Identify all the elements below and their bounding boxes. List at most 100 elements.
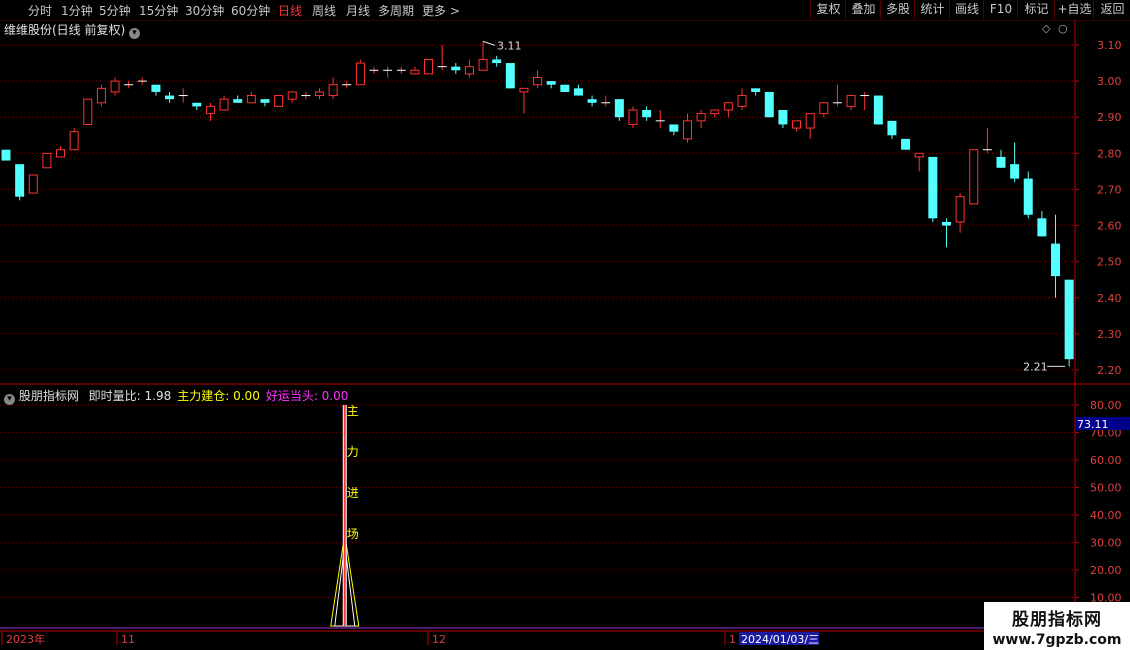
candlestick	[587, 95, 597, 107]
candle-body	[546, 81, 556, 85]
price-tick-label: 2.70	[1097, 183, 1122, 196]
candlestick	[274, 95, 284, 107]
candle-body	[969, 149, 979, 205]
candle-body	[805, 113, 815, 129]
candlestick	[533, 70, 543, 89]
candle-body	[205, 105, 215, 115]
candle-body	[792, 120, 802, 129]
candlestick	[573, 84, 583, 96]
candle-body	[628, 109, 638, 125]
candle-body	[819, 102, 829, 115]
candle-body	[1051, 243, 1061, 277]
candlestick	[914, 152, 924, 172]
candlestick	[383, 66, 393, 78]
stock-title: 维维股份(日线 前复权)	[4, 23, 126, 37]
timeline-label: 2023年	[6, 632, 45, 646]
price-tick-label: 2.90	[1097, 111, 1122, 124]
candlestick	[342, 81, 352, 89]
indicator-value: 好运当头: 0.00	[265, 389, 349, 403]
candle-body	[751, 88, 761, 92]
candlestick	[410, 66, 420, 75]
candle-body	[587, 99, 597, 103]
candle-body	[492, 59, 502, 64]
candlestick	[178, 88, 188, 103]
candle-body	[505, 63, 515, 89]
candle-body	[914, 152, 924, 158]
candlestick	[683, 113, 692, 143]
candlestick	[737, 88, 747, 110]
candlestick	[901, 138, 911, 150]
candle-body	[723, 102, 733, 111]
cursor-date-label: 2024/01/03/三	[741, 633, 819, 646]
candle-body	[287, 91, 297, 100]
price-tick-label: 2.80	[1097, 147, 1122, 160]
candlestick	[846, 95, 856, 110]
price-tick-label: 3.00	[1097, 75, 1122, 88]
candle-body	[1064, 279, 1074, 360]
candle-body	[1023, 178, 1033, 215]
candle-body	[519, 87, 529, 93]
timeline-bar	[0, 630, 985, 650]
signal-marker-char: 主	[347, 404, 359, 418]
indicator-tick-label: 60.00	[1090, 454, 1122, 467]
candlestick	[369, 66, 379, 74]
candle-body	[710, 109, 720, 115]
candlestick	[710, 109, 720, 118]
candle-body	[928, 156, 938, 219]
candlestick	[355, 59, 365, 86]
price-tick-label: 3.10	[1097, 39, 1122, 52]
candlestick	[314, 88, 324, 100]
candle-body	[192, 102, 202, 107]
candle-body	[424, 58, 434, 75]
indicator-tick-label: 30.00	[1090, 537, 1122, 550]
candle-body	[941, 221, 951, 226]
candlestick	[792, 120, 802, 132]
diamond-icon[interactable]: ◇	[1042, 22, 1050, 35]
candlestick	[819, 102, 829, 118]
indicator-tick-label: 50.00	[1090, 482, 1122, 495]
candle-body	[56, 149, 66, 158]
candle-body	[355, 62, 365, 86]
candlestick	[887, 120, 897, 139]
candlestick	[505, 63, 515, 89]
candlestick	[260, 99, 270, 107]
candlestick	[655, 110, 665, 129]
candle-body	[151, 84, 161, 92]
indicator-name: 股朋指标网	[18, 389, 79, 403]
candle-body	[451, 66, 461, 71]
indicator-tick-label: 40.00	[1090, 509, 1122, 522]
timeline-label: 11	[121, 633, 135, 646]
signal-marker-char: 场	[347, 527, 359, 541]
candlestick	[696, 110, 706, 129]
candlestick	[15, 164, 25, 201]
candle-body	[28, 174, 38, 194]
chevron-down-icon[interactable]: ▾	[129, 28, 141, 39]
candlestick	[28, 174, 38, 194]
current-value-label: 73.11	[1077, 418, 1109, 431]
candlestick	[287, 91, 297, 103]
chevron-down-icon[interactable]: ▾	[4, 394, 15, 405]
candlestick	[560, 84, 570, 92]
candle-body	[901, 138, 911, 150]
candle-body	[478, 58, 488, 71]
candlestick	[233, 95, 243, 103]
candlestick	[96, 84, 106, 107]
candle-body	[669, 124, 679, 132]
candle-body	[96, 87, 106, 104]
candle-body	[274, 95, 284, 107]
candlestick	[301, 91, 311, 100]
candlestick	[1010, 142, 1020, 183]
candlestick	[982, 128, 992, 154]
candlestick	[424, 58, 434, 75]
candlestick	[165, 91, 175, 103]
candlestick	[628, 106, 638, 129]
indicator-header: ▾ 股朋指标网 即时量比: 1.98 主力建仓: 0.00 好运当头: 0.00	[4, 387, 348, 405]
circle-icon[interactable]: ○	[1058, 22, 1068, 35]
candle-body	[328, 84, 338, 97]
candle-body	[573, 88, 583, 96]
candlestick	[492, 55, 502, 67]
candle-body	[110, 80, 120, 93]
candlestick	[969, 149, 979, 205]
candlestick	[723, 102, 733, 118]
candle-body	[246, 95, 256, 104]
